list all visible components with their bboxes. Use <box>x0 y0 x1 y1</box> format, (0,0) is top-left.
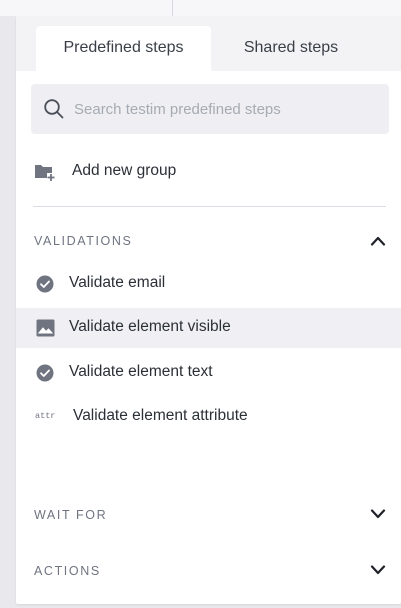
chevron-up-icon[interactable] <box>370 236 386 246</box>
step-validate-element-visible[interactable]: Validate element visible <box>16 308 401 348</box>
add-new-group-button[interactable]: Add new group <box>34 159 374 187</box>
tab-bar: Predefined steps Shared steps <box>16 16 401 71</box>
add-new-group-label: Add new group <box>72 162 177 179</box>
step-validate-element-text[interactable]: Validate element text <box>16 353 401 393</box>
step-label: Validate element text <box>69 363 213 380</box>
search-icon <box>44 99 64 119</box>
top-bar <box>0 0 401 16</box>
chevron-down-icon[interactable] <box>370 509 386 519</box>
section-title-wait-for: WAIT FOR <box>34 508 108 522</box>
divider <box>33 206 386 207</box>
folder-plus-icon <box>35 165 56 182</box>
top-bar-divider <box>172 0 173 16</box>
steps-panel: Predefined steps Shared steps Add new gr… <box>16 16 401 604</box>
step-validate-element-attribute[interactable]: attr Validate element attribute <box>16 397 401 437</box>
section-title-actions: ACTIONS <box>34 564 101 578</box>
chevron-down-icon[interactable] <box>370 565 386 575</box>
check-circle-icon <box>36 364 54 382</box>
search-box[interactable] <box>31 84 389 134</box>
tab-shared-steps[interactable]: Shared steps <box>221 26 361 71</box>
search-input[interactable] <box>74 84 374 134</box>
check-circle-icon <box>36 275 54 293</box>
step-label: Validate element visible <box>69 318 231 335</box>
step-validate-email[interactable]: Validate email <box>16 264 401 304</box>
step-label: Validate element attribute <box>73 407 248 424</box>
step-label: Validate email <box>69 274 166 291</box>
tab-predefined-steps[interactable]: Predefined steps <box>36 26 211 71</box>
image-icon <box>36 319 55 337</box>
attr-icon: attr <box>35 411 56 421</box>
section-title-validations: VALIDATIONS <box>34 234 133 248</box>
